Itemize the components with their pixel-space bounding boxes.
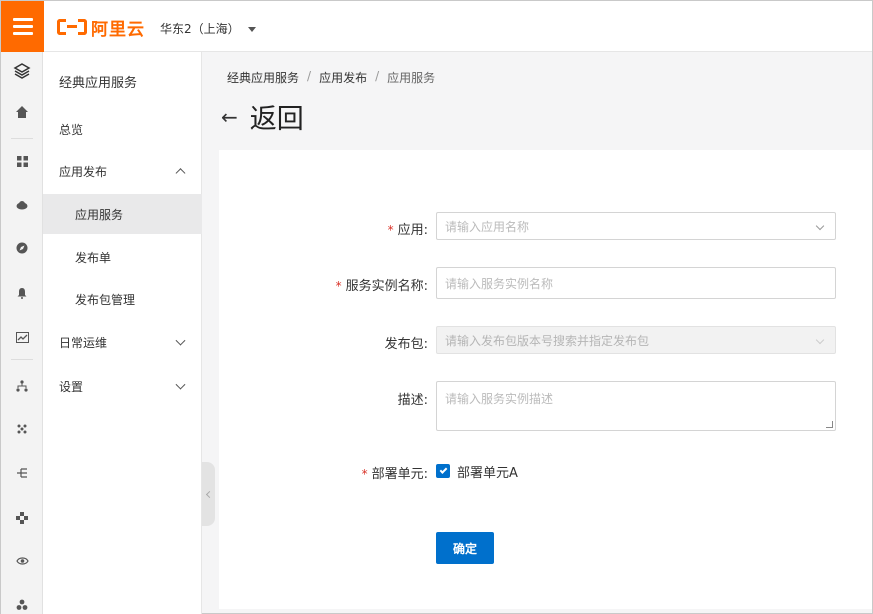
- chevron-down-icon: [815, 335, 825, 345]
- app-select-placeholder: 请输入应用名称: [445, 219, 530, 234]
- arrow-left-icon[interactable]: ←: [221, 105, 238, 129]
- package-label: 发布包:: [384, 337, 428, 352]
- instance-label: * 服务实例名称:: [335, 279, 428, 294]
- sidebar-collapse-handle[interactable]: [202, 462, 215, 526]
- sidebar-item-app-service[interactable]: 应用服务: [43, 194, 202, 234]
- required-mark: *: [335, 279, 342, 293]
- instance-name-input[interactable]: 请输入服务实例名称: [436, 267, 836, 299]
- app-select[interactable]: 请输入应用名称: [436, 212, 836, 240]
- tree-icon[interactable]: [1, 375, 43, 397]
- rail-divider: [11, 359, 33, 360]
- rail-divider: [11, 138, 33, 139]
- cluster-icon[interactable]: [1, 594, 43, 614]
- layers-icon[interactable]: [1, 60, 43, 82]
- branch-icon[interactable]: [1, 462, 43, 484]
- back-header: ← 返回: [221, 97, 304, 136]
- grid-icon[interactable]: [1, 150, 43, 172]
- deploy-unit-checkbox[interactable]: [436, 464, 450, 478]
- nodes-icon[interactable]: [1, 507, 43, 529]
- package-select-placeholder: 请输入发布包版本号搜索并指定发布包: [445, 333, 650, 348]
- sidebar-item-label: 应用服务: [75, 207, 124, 222]
- chart-icon[interactable]: [1, 326, 43, 348]
- chevron-up-icon: [175, 168, 186, 179]
- instance-name-placeholder: 请输入服务实例名称: [445, 276, 554, 291]
- home-icon[interactable]: [1, 101, 43, 123]
- sidebar-item-overview[interactable]: 总览: [43, 109, 202, 149]
- aliyun-logo-mark-icon: [57, 19, 87, 35]
- sidebar-item-label: 设置: [59, 379, 84, 394]
- package-select[interactable]: 请输入发布包版本号搜索并指定发布包: [436, 326, 836, 354]
- chevron-down-icon: [815, 221, 825, 231]
- sidebar-group-app-release[interactable]: 应用发布: [43, 151, 202, 191]
- description-placeholder: 请输入服务实例描述: [445, 392, 554, 406]
- required-mark: *: [387, 223, 394, 237]
- sidebar-item-label: 发布包管理: [75, 292, 136, 307]
- breadcrumb-current: 应用服务: [387, 71, 436, 85]
- deploy-unit-option-label[interactable]: 部署单元A: [457, 462, 518, 481]
- form-card: * 应用: 请输入应用名称 * 服务实例名称: 请输入服务实例名称 发布包: 请输入…: [219, 150, 872, 609]
- sidebar-item-release-order[interactable]: 发布单: [43, 237, 202, 277]
- bell-icon[interactable]: [1, 282, 43, 304]
- description-textarea[interactable]: 请输入服务实例描述: [436, 381, 836, 431]
- chevron-left-icon: [205, 490, 214, 498]
- sidebar-item-label: 总览: [59, 122, 84, 137]
- chevron-down-icon: [175, 335, 186, 346]
- compass-icon[interactable]: [1, 237, 43, 259]
- breadcrumb-separator: /: [375, 69, 380, 83]
- caret-down-icon: [247, 26, 256, 32]
- description-label: 描述:: [397, 393, 428, 408]
- product-sidebar: 经典应用服务 总览 应用发布 应用服务 发布单 发布包管理 日常运维 设置: [43, 52, 202, 614]
- breadcrumb: 经典应用服务 / 应用发布 / 应用服务: [227, 69, 435, 86]
- sidebar-item-label: 发布单: [75, 250, 112, 265]
- sidebar-item-package-management[interactable]: 发布包管理: [43, 279, 202, 319]
- dots-icon[interactable]: [1, 418, 43, 440]
- checkmark-icon: [439, 466, 447, 474]
- region-label: 华东2（上海）: [160, 22, 240, 36]
- region-selector[interactable]: 华东2（上海）: [160, 20, 256, 37]
- app-label: * 应用:: [387, 223, 428, 238]
- required-mark: *: [361, 467, 368, 481]
- cloud-icon[interactable]: [1, 194, 43, 216]
- sidebar-item-label: 日常运维: [59, 335, 108, 350]
- resize-handle-icon[interactable]: [826, 421, 833, 428]
- top-bar: 阿里云 华东2（上海）: [1, 1, 872, 52]
- eye-icon[interactable]: [1, 550, 43, 572]
- aliyun-logo[interactable]: 阿里云: [57, 15, 145, 40]
- chevron-down-icon: [175, 379, 186, 390]
- sidebar-title: 经典应用服务: [59, 76, 138, 91]
- sidebar-group-daily-ops[interactable]: 日常运维: [43, 322, 202, 362]
- icon-rail: [1, 52, 43, 614]
- sidebar-group-settings[interactable]: 设置: [43, 366, 202, 406]
- confirm-button[interactable]: 确定: [436, 532, 494, 564]
- breadcrumb-item[interactable]: 经典应用服务: [227, 69, 299, 86]
- sidebar-item-label: 应用发布: [59, 164, 108, 179]
- logo-text: 阿里云: [91, 19, 145, 40]
- breadcrumb-item[interactable]: 应用发布: [319, 69, 367, 86]
- hamburger-menu-icon[interactable]: [1, 1, 44, 52]
- page-title: 返回: [249, 104, 304, 135]
- deploy-unit-label: * 部署单元:: [361, 467, 428, 482]
- breadcrumb-separator: /: [307, 69, 312, 83]
